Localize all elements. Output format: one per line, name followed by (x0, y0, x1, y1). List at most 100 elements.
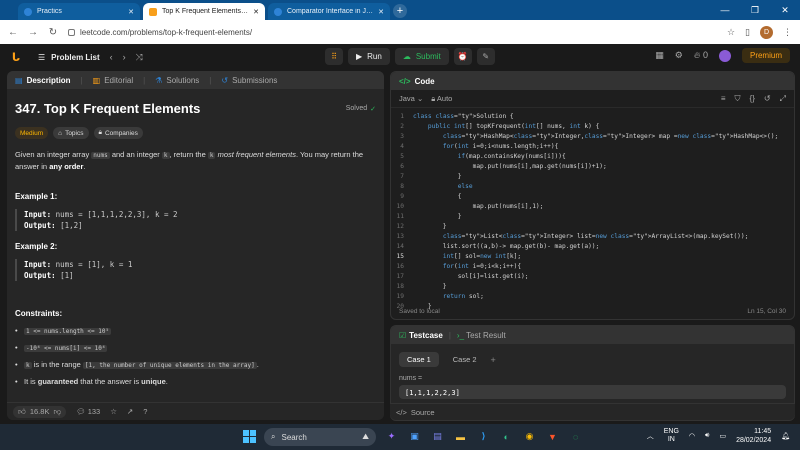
close-window-icon[interactable]: ✕ (770, 0, 800, 20)
volume-icon[interactable]: 🔊︎ (705, 432, 709, 440)
statement-text: and an integer (109, 150, 162, 159)
prev-problem-icon[interactable]: ‹ (110, 52, 113, 63)
settings-gear-icon[interactable]: ⚙ (675, 50, 683, 61)
debug-button[interactable]: ⠿ (325, 48, 343, 65)
maximize-icon[interactable]: ❐ (740, 0, 770, 20)
tab-test-result[interactable]: ›_ Test Result (457, 331, 506, 340)
edge-icon[interactable]: ◐ (498, 428, 515, 445)
code-line[interactable]: 3 class="ty">HashMap<class="ty">Integer,… (391, 132, 794, 142)
thumbs-down-icon[interactable]: 👎︎ (53, 407, 61, 417)
whatsapp-icon[interactable]: ◌ (567, 428, 584, 445)
source-bar[interactable]: </> Source (390, 403, 795, 420)
code-line[interactable]: 14 list.sort((a,b)-> map.get(b)- map.get… (391, 242, 794, 252)
code-line[interactable]: 1 class class="ty">Solution { (391, 112, 794, 122)
sidebar-icon[interactable]: ▯ (745, 27, 750, 38)
problem-title[interactable]: 347. Top K Frequent Elements (15, 101, 200, 116)
add-case-icon[interactable]: + (491, 355, 496, 365)
vscode-icon[interactable]: ⟩ (475, 428, 492, 445)
code-line[interactable]: 15 int[] sol=new int[k]; (391, 252, 794, 262)
brave-icon[interactable]: ▼ (544, 428, 561, 445)
forward-icon[interactable]: → (28, 27, 38, 38)
profile-avatar[interactable]: D (760, 25, 773, 39)
tab-description[interactable]: ▤ Description (15, 76, 71, 85)
code-line[interactable]: 2 public int[] topKFrequent(int[] nums, … (391, 122, 794, 132)
premium-button[interactable]: Premium (741, 48, 790, 63)
comments-button[interactable]: 💬︎ 133 (76, 407, 100, 416)
auto-mode-toggle[interactable]: 🔒︎ Auto (431, 94, 452, 104)
tab-submissions[interactable]: ↺ Submissions (221, 76, 277, 85)
file-explorer-icon[interactable]: ▬ (452, 428, 469, 445)
bookmark-star-icon[interactable]: ☆ (727, 27, 735, 38)
language-indicator[interactable]: ENG IN (664, 428, 679, 444)
star-icon[interactable]: ☆ (110, 407, 117, 416)
reload-icon[interactable]: ↻ (48, 27, 58, 38)
notification-bell-icon[interactable]: 🔔︎ (781, 432, 790, 440)
close-icon[interactable]: ✕ (378, 8, 384, 16)
code-line[interactable]: 13 class="ty">List<class="ty">Integer> l… (391, 232, 794, 242)
streak-counter[interactable]: 🔥︎ 0 (694, 50, 708, 61)
notes-button[interactable]: ✎ (476, 48, 495, 65)
windows-start-icon[interactable] (243, 430, 256, 443)
url-field[interactable]: leetcode.com/problems/top-k-frequent-ele… (68, 23, 717, 41)
submit-button[interactable]: ☁ Submit (394, 48, 449, 65)
companies-badge[interactable]: 🔒︎ Companies (93, 127, 143, 139)
code-line[interactable]: 10 map.put(nums[i],1); (391, 202, 794, 212)
browser-tab-leetcode[interactable]: Top K Frequent Elements - LeetCode ✕ (143, 3, 265, 20)
widgets-icon[interactable]: ✦ (383, 428, 400, 445)
code-line[interactable]: 12 } (391, 222, 794, 232)
taskbar-search[interactable]: ⌕ Search ⛰ (264, 428, 376, 446)
battery-icon[interactable]: ▭ (719, 432, 726, 440)
problem-list-button[interactable]: ☰ Problem List (38, 53, 100, 62)
help-icon[interactable]: ? (143, 407, 147, 416)
code-line[interactable]: 16 for(int i=0;i<k;i++){ (391, 262, 794, 272)
code-line[interactable]: 9 { (391, 192, 794, 202)
code-line[interactable]: 5 if(map.containsKey(nums[i])){ (391, 152, 794, 162)
reset-icon[interactable]: ↺ (764, 94, 771, 104)
chrome-icon[interactable]: ◉ (521, 428, 538, 445)
braces-icon[interactable]: {} (750, 94, 755, 104)
wifi-icon[interactable]: ◠ (689, 432, 695, 440)
code-line[interactable]: 17 sol[i]=list.get(i); (391, 272, 794, 282)
code-line[interactable]: 8 else (391, 182, 794, 192)
run-button[interactable]: ▶ Run (348, 48, 390, 65)
fullscreen-icon[interactable]: ⤢ (780, 94, 786, 104)
browser-tab-comparator[interactable]: Comparator Interface in Java with Exampl… (268, 3, 390, 20)
tab-editorial[interactable]: ▥ Editorial (93, 76, 133, 85)
browser-tab-practics[interactable]: Practics ✕ (18, 3, 140, 20)
minimize-icon[interactable]: — (710, 0, 740, 20)
testcase-input[interactable]: [1,1,1,2,2,3] (399, 385, 786, 399)
case-2-button[interactable]: Case 2 (445, 352, 485, 367)
code-line[interactable]: 11 } (391, 212, 794, 222)
chevron-up-icon[interactable]: ︿ (647, 431, 654, 441)
code-line[interactable]: 7 } (391, 172, 794, 182)
teams-icon[interactable]: ▤ (429, 428, 446, 445)
share-icon[interactable]: ↗ (127, 407, 133, 416)
tab-testcase[interactable]: ☑ Testcase (399, 331, 443, 340)
code-line[interactable]: 4 for(int i=0;i<nums.length;i++){ (391, 142, 794, 152)
case-1-button[interactable]: Case 1 (399, 352, 439, 367)
new-tab-button[interactable]: + (393, 4, 407, 18)
close-icon[interactable]: ✕ (253, 8, 259, 16)
topics-badge[interactable]: ⌂ Topics (53, 127, 89, 139)
language-select[interactable]: Java ⌄ (399, 94, 423, 103)
code-editor[interactable]: 1 class class="ty">Solution {2 public int… (391, 108, 794, 312)
shuffle-icon[interactable]: ⤨ (136, 52, 143, 63)
format-icon[interactable]: ≡ (721, 94, 726, 104)
thumbs-up-icon[interactable]: 👍︎ (18, 407, 26, 417)
next-problem-icon[interactable]: › (123, 52, 126, 63)
layout-grid-icon[interactable]: ▦ (655, 50, 664, 61)
user-avatar[interactable] (718, 49, 731, 62)
photos-icon[interactable]: ▣ (406, 428, 423, 445)
bookmark-icon[interactable]: ⛉ (735, 94, 741, 104)
back-icon[interactable]: ← (8, 27, 18, 38)
site-info-icon[interactable] (68, 28, 75, 36)
leetcode-logo-icon[interactable]: ᒐ (10, 51, 22, 64)
close-icon[interactable]: ✕ (128, 8, 134, 16)
code-line[interactable]: 18 } (391, 282, 794, 292)
clock[interactable]: 11:45 28/02/2024 (736, 427, 771, 445)
code-line[interactable]: 19 return sol; (391, 292, 794, 302)
timer-button[interactable]: ⏰ (453, 48, 472, 65)
code-line[interactable]: 6 map.put(nums[i],map.get(nums[i])+1); (391, 162, 794, 172)
tab-solutions[interactable]: ⚗ Solutions (155, 76, 199, 85)
menu-icon[interactable]: ⋮ (783, 27, 792, 38)
